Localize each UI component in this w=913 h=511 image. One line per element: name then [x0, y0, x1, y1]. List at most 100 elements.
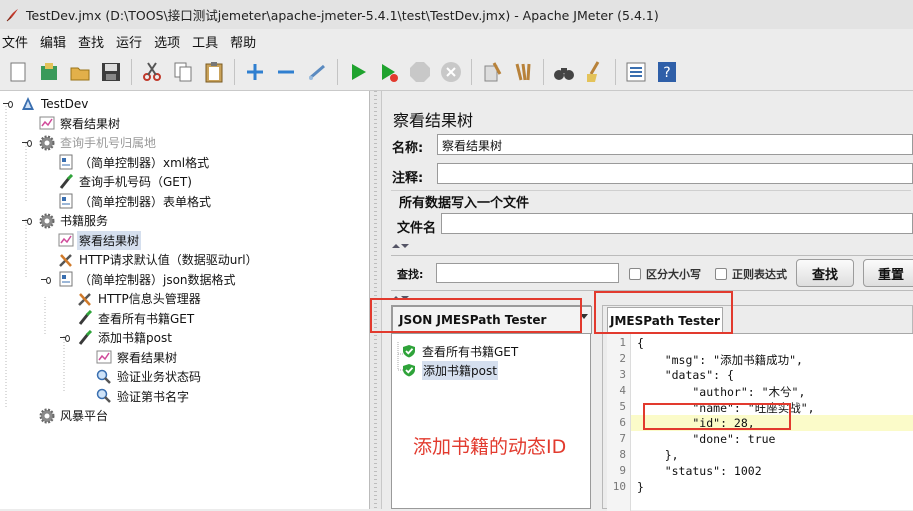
- help-icon[interactable]: ?: [653, 58, 680, 86]
- tree-node[interactable]: 书籍服务: [39, 211, 110, 230]
- listener-icon: [58, 233, 74, 247]
- comment-field[interactable]: [437, 163, 913, 184]
- tree-node[interactable]: 察看结果树: [39, 114, 122, 133]
- toggle-icon[interactable]: [303, 58, 330, 86]
- tree-node[interactable]: （简单控制器）xml格式: [58, 153, 211, 172]
- search-bar: 查找: 区分大小写 正则表达式 查找 重置: [391, 255, 913, 291]
- tree-node-label: HTTP信息头管理器: [98, 292, 201, 306]
- menu-tools[interactable]: 工具: [190, 32, 224, 51]
- tree-node[interactable]: 察看结果树: [58, 230, 142, 250]
- tree-node[interactable]: 风暴平台: [39, 406, 110, 425]
- filename-field[interactable]: [441, 213, 913, 234]
- tree-node[interactable]: （简单控制器）表单格式: [58, 192, 213, 211]
- tree-node[interactable]: HTTP信息头管理器: [77, 289, 203, 308]
- tree-expand-toggle-icon[interactable]: [22, 216, 32, 226]
- start-icon[interactable]: [344, 58, 371, 86]
- open-icon[interactable]: [66, 58, 93, 86]
- paste-icon[interactable]: [200, 58, 227, 86]
- result-item-selected[interactable]: 添加书籍post: [402, 360, 498, 380]
- annotation-text: 添加书籍的动态ID: [413, 436, 567, 458]
- menu-run[interactable]: 运行: [114, 32, 148, 51]
- comment-label: 注释:: [392, 171, 424, 186]
- tree-node[interactable]: 查询手机号码（GET): [58, 172, 194, 191]
- reset-button[interactable]: 重置: [863, 259, 913, 287]
- menu-file[interactable]: 文件: [0, 32, 34, 51]
- jmespath-tester-pane: JMESPath Tester 1 2 3 4 5 6 7 8 9 10 { "msg": "添加…: [602, 305, 913, 511]
- regex-checkbox[interactable]: 正则表达式: [715, 266, 787, 282]
- assertion-icon: [96, 388, 111, 403]
- save-icon[interactable]: [97, 58, 124, 86]
- tree-expand-toggle-icon[interactable]: [3, 99, 13, 109]
- chevron-down-icon[interactable]: [579, 311, 589, 321]
- controller-icon: [59, 193, 73, 209]
- config-icon: [78, 292, 91, 306]
- toolbar-separator: [471, 58, 472, 85]
- search-input[interactable]: [436, 263, 619, 283]
- window-title: TestDev.jmx (D:\TOOS\接口测试jemeter\apache-…: [26, 8, 659, 23]
- svg-text:?: ?: [663, 65, 670, 81]
- tree-node[interactable]: 查询手机号归属地: [39, 133, 158, 152]
- checkbox-box[interactable]: [715, 268, 727, 280]
- tree-node[interactable]: 查看所有书籍GET: [77, 309, 196, 328]
- menu-search[interactable]: 查找: [76, 32, 110, 51]
- case-sensitive-checkbox[interactable]: 区分大小写: [629, 266, 701, 282]
- search-label: 查找:: [397, 268, 424, 281]
- tree-node[interactable]: 察看结果树: [96, 348, 179, 367]
- name-field[interactable]: 察看结果树: [437, 134, 913, 155]
- clear-all-icon[interactable]: [509, 58, 536, 86]
- tree-node-label: HTTP请求默认值（数据驱动url）: [79, 253, 258, 267]
- tree-expand-toggle-icon[interactable]: [22, 138, 32, 148]
- code-line: {: [637, 336, 644, 350]
- templates-icon[interactable]: [35, 58, 62, 86]
- line-number-gutter: 1 2 3 4 5 6 7 8 9 10: [607, 334, 631, 511]
- result-item[interactable]: 查看所有书籍GET: [402, 342, 518, 360]
- checkbox-box[interactable]: [629, 268, 641, 280]
- sampler-icon: [59, 173, 74, 189]
- reset-search-icon[interactable]: [581, 58, 608, 86]
- menu-options[interactable]: 选项: [152, 32, 186, 51]
- line-number: 5: [619, 400, 626, 413]
- start-no-pause-icon[interactable]: [375, 58, 402, 86]
- find-button[interactable]: 查找: [796, 259, 854, 287]
- code-line: "done": true: [637, 432, 776, 446]
- line-number: 9: [619, 464, 626, 477]
- tree-node-label: 验证业务状态码: [117, 370, 202, 384]
- tree-expand-toggle-icon[interactable]: [41, 275, 51, 285]
- tree-expand-toggle-icon[interactable]: [60, 333, 70, 343]
- collapse-icon[interactable]: [272, 58, 299, 86]
- tree-node[interactable]: TestDev: [20, 94, 90, 113]
- expand-icon[interactable]: [241, 58, 268, 86]
- line-number: 7: [619, 432, 626, 445]
- menu-help[interactable]: 帮助: [228, 32, 262, 51]
- assertion-icon: [96, 369, 111, 384]
- code-line: "author": "木兮",: [637, 385, 806, 399]
- split-pane-divider[interactable]: [370, 91, 382, 509]
- copy-icon[interactable]: [169, 58, 196, 86]
- line-number: 8: [619, 448, 626, 461]
- search-icon[interactable]: [550, 58, 577, 86]
- tree-node[interactable]: 验证业务状态码: [96, 367, 203, 386]
- stop-icon[interactable]: [406, 58, 433, 86]
- gear-icon: [39, 135, 55, 150]
- filename-label: 文件名: [397, 221, 437, 236]
- cut-icon[interactable]: [138, 58, 165, 86]
- new-icon[interactable]: [4, 58, 31, 86]
- tree-node[interactable]: HTTP请求默认值（数据驱动url）: [58, 250, 260, 269]
- clear-icon[interactable]: [478, 58, 505, 86]
- menu-edit[interactable]: 编辑: [38, 32, 72, 51]
- tree-node-label: （简单控制器）表单格式: [79, 194, 212, 209]
- code-line: "msg": "添加书籍成功",: [637, 353, 803, 367]
- menu-bar: 文件 编辑 查找 运行 选项 工具 帮助: [0, 29, 913, 53]
- tree-node[interactable]: 验证第书名字: [96, 387, 191, 406]
- tree-node-label: 查询手机号归属地: [60, 136, 157, 150]
- function-helper-icon[interactable]: [622, 58, 649, 86]
- line-number: 2: [619, 352, 626, 365]
- tree-node[interactable]: 添加书籍post: [77, 328, 174, 347]
- shutdown-icon[interactable]: [437, 58, 464, 86]
- tree-node[interactable]: （简单控制器）json数据格式: [58, 270, 238, 289]
- tab-jmespath-tester[interactable]: JMESPath Tester: [607, 307, 723, 333]
- tree-node-label: 查询手机号码（GET): [79, 175, 192, 189]
- toolbar-separator: [234, 58, 235, 85]
- renderer-select[interactable]: JSON JMESPath Tester: [392, 306, 592, 334]
- testplan-icon: [22, 96, 34, 110]
